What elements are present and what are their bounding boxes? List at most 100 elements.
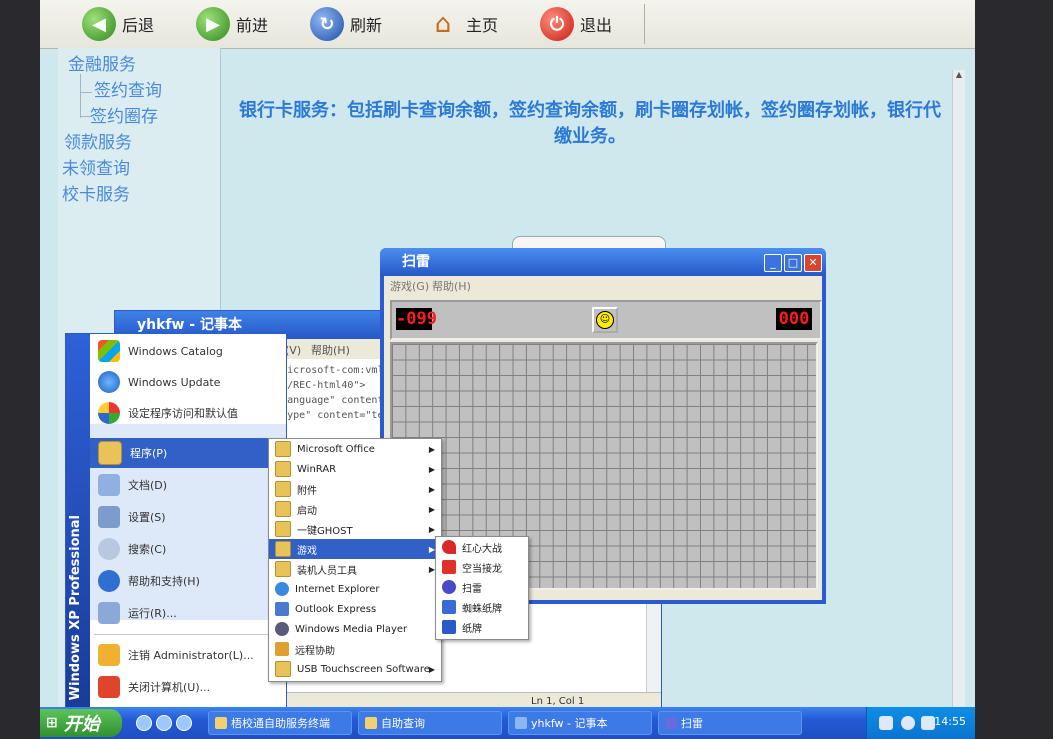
tray-icon[interactable]	[901, 716, 915, 730]
folder-icon	[275, 441, 291, 457]
exit-button[interactable]: ⏻ 退出	[540, 6, 612, 42]
minimize-button[interactable]: _	[764, 254, 782, 272]
exit-label: 退出	[580, 16, 613, 35]
folder-icon	[275, 661, 291, 677]
program-item[interactable]: 启动 ▶	[269, 499, 441, 519]
nav-item-unclaimed[interactable]: 未领查询	[62, 154, 130, 179]
nav-item-claim[interactable]: 领款服务	[64, 128, 132, 153]
nav-item-contract-load[interactable]: 签约圈存	[90, 102, 158, 127]
windows-logo-icon: ⊞	[46, 715, 58, 731]
refresh-button[interactable]: ↻ 刷新	[310, 6, 382, 42]
game-item-hearts[interactable]: 红心大战	[436, 537, 528, 557]
start-label: 开始	[63, 714, 100, 735]
spider-solitaire-icon	[442, 600, 456, 614]
smiley-face-icon: ☺	[596, 311, 614, 329]
folder-icon	[275, 541, 291, 557]
power-icon	[98, 676, 120, 698]
nav-item-contract-query[interactable]: 签约查询	[94, 76, 162, 101]
menu-label: 文档(D)	[128, 479, 168, 492]
quicklaunch-ie-icon[interactable]	[136, 715, 152, 731]
menu-label: 关闭计算机(U)...	[128, 681, 211, 694]
game-item-spider[interactable]: 蜘蛛纸牌	[436, 597, 528, 617]
tray-icon[interactable]	[879, 716, 893, 730]
search-menu-item[interactable]: 搜索(C) ▶	[90, 534, 286, 564]
help-icon	[98, 570, 120, 592]
quicklaunch-media-icon[interactable]	[176, 715, 192, 731]
nav-item-finance[interactable]: 金融服务	[68, 50, 136, 75]
game-item-minesweeper[interactable]: 扫雷	[436, 577, 528, 597]
program-item[interactable]: Outlook Express	[269, 599, 441, 619]
programs-menu-item[interactable]: 程序(P) ▶	[90, 438, 286, 468]
freecell-icon	[442, 560, 456, 574]
submenu-arrow-icon: ▶	[428, 504, 435, 514]
minesweeper-title[interactable]: 扫雷	[380, 248, 826, 276]
program-label: Outlook Express	[295, 603, 377, 615]
windows-update-item[interactable]: Windows Update	[90, 367, 286, 397]
menu-separator	[94, 634, 280, 635]
program-item[interactable]: Microsoft Office ▶	[269, 439, 441, 459]
program-item[interactable]: 装机人员工具 ▶	[269, 559, 441, 579]
program-item[interactable]: 附件 ▶	[269, 479, 441, 499]
menu-label: 注销 Administrator(L)...	[128, 649, 254, 662]
program-item[interactable]: Internet Explorer	[269, 579, 441, 599]
program-item[interactable]: USB Touchscreen Software ▶	[269, 659, 441, 679]
app-icon	[365, 717, 377, 729]
maximize-button[interactable]: □	[784, 254, 802, 272]
menu-help[interactable]: 帮助(H)	[432, 278, 471, 294]
program-item[interactable]: 远程协助	[269, 639, 441, 659]
program-item-games[interactable]: 游戏 ▶	[269, 539, 441, 559]
task-button[interactable]: 扫雷	[658, 711, 802, 735]
cursor-position: Ln 1, Col 1	[531, 696, 585, 707]
task-button[interactable]: yhkfw - 记事本	[508, 711, 652, 735]
menu-label: Windows Catalog	[128, 344, 223, 358]
tree-line	[80, 74, 81, 118]
clock[interactable]: 14:55	[934, 715, 966, 728]
game-item-freecell[interactable]: 空当接龙	[436, 557, 528, 577]
new-game-button[interactable]: ☺	[592, 307, 618, 333]
settings-menu-item[interactable]: 设置(S) ▶	[90, 502, 286, 532]
start-button[interactable]: ⊞ 开始	[40, 709, 122, 737]
close-button[interactable]: ✕	[804, 254, 822, 272]
menu-label: 运行(R)...	[128, 607, 177, 620]
task-button[interactable]: 梧校通自助服务终端	[208, 711, 352, 735]
run-menu-item[interactable]: 运行(R)...	[90, 598, 286, 628]
game-label: 纸牌	[462, 623, 482, 635]
folder-icon	[275, 561, 291, 577]
refresh-label: 刷新	[350, 16, 383, 35]
nav-item-campus-card[interactable]: 校卡服务	[62, 180, 130, 205]
volume-icon[interactable]	[921, 716, 935, 730]
solitaire-icon	[442, 620, 456, 634]
quicklaunch-desktop-icon[interactable]	[156, 715, 172, 731]
help-menu-item[interactable]: 帮助和支持(H)	[90, 566, 286, 596]
menu-help[interactable]: 帮助(H)	[311, 342, 350, 358]
menu-game[interactable]: 游戏(G)	[390, 278, 429, 294]
xp-edition-label: Windows XP Professional	[68, 514, 83, 700]
home-button[interactable]: ⌂ 主页	[426, 6, 498, 42]
hearts-icon	[442, 540, 456, 554]
program-item[interactable]: Windows Media Player	[269, 619, 441, 639]
program-item[interactable]: WinRAR ▶	[269, 459, 441, 479]
program-access-icon	[98, 402, 120, 424]
minesweeper-icon	[665, 717, 677, 729]
back-button[interactable]: ◀ 后退	[82, 6, 154, 42]
submenu-arrow-icon: ▶	[428, 484, 435, 494]
shutdown-menu-item[interactable]: 关闭计算机(U)...	[90, 672, 286, 702]
home-icon: ⌂	[434, 9, 452, 39]
scroll-up-icon[interactable]: ▲	[953, 70, 965, 82]
tree-line	[80, 92, 92, 93]
forward-button[interactable]: ▶ 前进	[196, 6, 268, 42]
start-menu-sidebar: Windows XP Professional	[66, 334, 90, 708]
logoff-menu-item[interactable]: 注销 Administrator(L)...	[90, 640, 286, 670]
documents-menu-item[interactable]: 文档(D) ▶	[90, 470, 286, 500]
game-item-solitaire[interactable]: 纸牌	[436, 617, 528, 637]
game-label: 红心大战	[462, 543, 502, 555]
program-item[interactable]: 一键GHOST ▶	[269, 519, 441, 539]
page-scrollbar[interactable]: ▲	[952, 70, 965, 708]
task-label: yhkfw - 记事本	[531, 717, 608, 730]
taskbar: ⊞ 开始 梧校通自助服务终端 自助查询 yhkfw - 记事本 扫雷 14:55	[40, 707, 975, 739]
program-label: 装机人员工具	[297, 565, 357, 577]
windows-flag-icon	[98, 340, 120, 362]
windows-catalog-item[interactable]: Windows Catalog	[90, 336, 286, 366]
menu-label: 设定程序访问和默认值	[128, 407, 238, 420]
task-button[interactable]: 自助查询	[358, 711, 502, 735]
